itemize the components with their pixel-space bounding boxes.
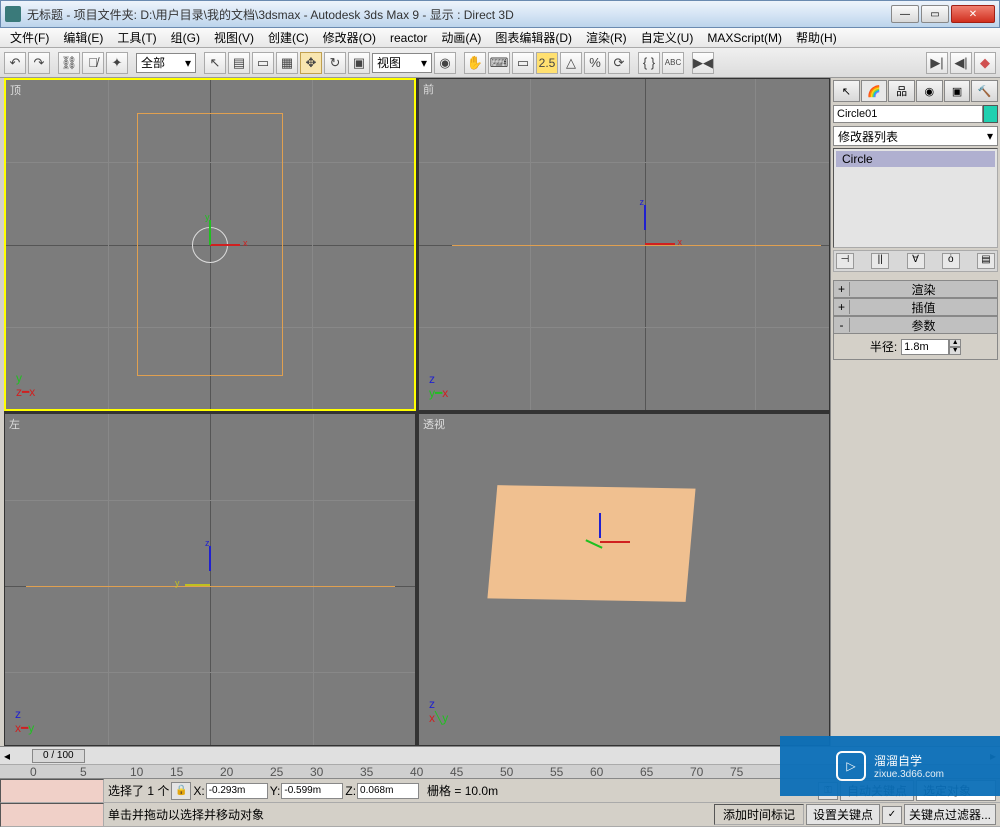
link-button[interactable]: ⛓: [58, 52, 80, 74]
select-button[interactable]: ↖: [204, 52, 226, 74]
tab-hierarchy[interactable]: 品: [888, 80, 915, 102]
app-icon: [5, 6, 21, 22]
maximize-button[interactable]: ▭: [921, 5, 949, 23]
title-bar: 无标题 - 项目文件夹: D:\用户目录\我的文档\3dsmax - Autod…: [0, 0, 1000, 28]
manipulate-button[interactable]: ✋: [464, 52, 486, 74]
coord-x-input[interactable]: [206, 783, 268, 799]
tab-create[interactable]: ↖: [833, 80, 860, 102]
angle-snap-button[interactable]: △: [560, 52, 582, 74]
viewport-label: 前: [423, 81, 434, 97]
window-crossing-button[interactable]: ▦: [276, 52, 298, 74]
watermark: ▷ 溜溜自学 zixue.3d66.com: [780, 736, 1000, 796]
time-slider-value[interactable]: 0 / 100: [32, 749, 85, 763]
viewport-label: 透视: [423, 416, 445, 432]
tab-motion[interactable]: ◉: [916, 80, 943, 102]
radius-label: 半径:: [870, 338, 897, 355]
snap-toggle-button[interactable]: 2.5: [536, 52, 558, 74]
selection-set-dropdown[interactable]: 全部▾: [136, 53, 196, 73]
keyboard-button[interactable]: ⌨: [488, 52, 510, 74]
tab-display[interactable]: ▣: [944, 80, 971, 102]
rollout-interp-header[interactable]: + 插值: [833, 298, 998, 316]
spinner-snap-button[interactable]: ⟳: [608, 52, 630, 74]
redo-button[interactable]: ↷: [28, 52, 50, 74]
align-button[interactable]: ▶|: [926, 52, 948, 74]
refsys-dropdown[interactable]: 视图▾: [372, 53, 432, 73]
rotate-button[interactable]: ↻: [324, 52, 346, 74]
configure-button[interactable]: ▤: [977, 253, 995, 269]
selection-status: 选择了 1 个: [108, 782, 169, 799]
move-button[interactable]: ✥: [300, 52, 322, 74]
layers-button[interactable]: ◀|: [950, 52, 972, 74]
tab-modify[interactable]: 🌈: [861, 80, 888, 102]
select-region-button[interactable]: ▭: [252, 52, 274, 74]
remove-mod-button[interactable]: ȯ: [942, 253, 960, 269]
stack-buttons: ⊣ || ∀ ȯ ▤: [833, 250, 998, 272]
object-name-input[interactable]: [833, 105, 983, 123]
pin-stack-button[interactable]: ⊣: [836, 253, 854, 269]
menu-maxscript[interactable]: MAXScript(M): [701, 29, 788, 47]
radius-spin-down[interactable]: ▼: [949, 347, 961, 355]
named-selset-field[interactable]: { }: [638, 52, 660, 74]
menu-modifiers[interactable]: 修改器(O): [317, 27, 382, 48]
viewport-left[interactable]: y z 左 zx━y: [4, 413, 416, 746]
undo-button[interactable]: ↶: [4, 52, 26, 74]
menu-create[interactable]: 创建(C): [262, 27, 315, 48]
viewport-top[interactable]: x y 顶 yz━x: [4, 78, 416, 411]
menu-animation[interactable]: 动画(A): [435, 27, 487, 48]
abc-button[interactable]: ABC: [662, 52, 684, 74]
menu-group[interactable]: 组(G): [165, 27, 206, 48]
menu-help[interactable]: 帮助(H): [790, 27, 843, 48]
scale-button[interactable]: ▣: [348, 52, 370, 74]
show-result-button[interactable]: ||: [871, 253, 889, 269]
minimize-button[interactable]: —: [891, 5, 919, 23]
unlink-button[interactable]: ⛓̸: [82, 52, 104, 74]
pivot-button[interactable]: ◉: [434, 52, 456, 74]
percent-snap-button[interactable]: %: [584, 52, 606, 74]
add-time-tag[interactable]: 添加时间标记: [714, 804, 804, 825]
coord-y-input[interactable]: [281, 783, 343, 799]
key-filters-icon[interactable]: ✓: [882, 806, 902, 824]
menu-graph[interactable]: 图表编辑器(D): [489, 27, 578, 48]
lock-button[interactable]: 🔒: [171, 782, 191, 800]
modifier-stack[interactable]: Circle: [833, 148, 998, 248]
viewport-label: 左: [9, 416, 20, 432]
prompt-text: 单击并拖动以选择并移动对象: [108, 806, 264, 823]
tab-utilities[interactable]: 🔨: [971, 80, 998, 102]
command-panel: ↖ 🌈 品 ◉ ▣ 🔨 修改器列表▾ Circle ⊣ || ∀ ȯ ▤ + 渲…: [830, 78, 1000, 746]
radius-input[interactable]: [901, 339, 949, 355]
mirror-button[interactable]: ▶◀: [692, 52, 714, 74]
viewport-grid: x y 顶 yz━x x z 前 zy━x: [4, 78, 830, 746]
menu-customize[interactable]: 自定义(U): [635, 27, 700, 48]
menu-tools[interactable]: 工具(T): [111, 27, 162, 48]
main-toolbar: ↶ ↷ ⛓ ⛓̸ ✦ 全部▾ ↖ ▤ ▭ ▦ ✥ ↻ ▣ 视图▾ ◉ ✋ ⌨ ▭…: [0, 48, 1000, 78]
window-title: 无标题 - 项目文件夹: D:\用户目录\我的文档\3dsmax - Autod…: [27, 6, 891, 23]
key-filters-button[interactable]: 关键点过滤器...: [904, 804, 996, 825]
unique-button[interactable]: ∀: [907, 253, 925, 269]
viewport-label: 顶: [10, 82, 21, 98]
viewport-perspective[interactable]: 透视 zx╲y: [418, 413, 830, 746]
object-color-swatch[interactable]: [983, 105, 998, 123]
setkey-button[interactable]: 设置关键点: [806, 804, 880, 825]
grid-label: 栅格 = 10.0m: [427, 782, 498, 799]
status-color-block: [0, 779, 104, 827]
menu-reactor[interactable]: reactor: [384, 29, 433, 47]
coord-z-input[interactable]: [357, 783, 419, 799]
render-button[interactable]: ◆: [974, 52, 996, 74]
viewport-front[interactable]: x z 前 zy━x: [418, 78, 830, 411]
named-sel-button[interactable]: ▭: [512, 52, 534, 74]
radius-spin-up[interactable]: ▲: [949, 339, 961, 347]
menu-bar: 文件(F) 编辑(E) 工具(T) 组(G) 视图(V) 创建(C) 修改器(O…: [0, 28, 1000, 48]
play-icon: ▷: [836, 751, 866, 781]
modifier-list-dropdown[interactable]: 修改器列表▾: [833, 126, 998, 146]
rollout-render-header[interactable]: + 渲染: [833, 280, 998, 298]
menu-render[interactable]: 渲染(R): [580, 27, 633, 48]
close-button[interactable]: ✕: [951, 5, 995, 23]
select-name-button[interactable]: ▤: [228, 52, 250, 74]
menu-edit[interactable]: 编辑(E): [57, 27, 109, 48]
stack-item[interactable]: Circle: [836, 151, 995, 167]
rollout-params-header[interactable]: - 参数: [833, 316, 998, 334]
menu-view[interactable]: 视图(V): [208, 27, 260, 48]
menu-file[interactable]: 文件(F): [4, 27, 55, 48]
bind-button[interactable]: ✦: [106, 52, 128, 74]
